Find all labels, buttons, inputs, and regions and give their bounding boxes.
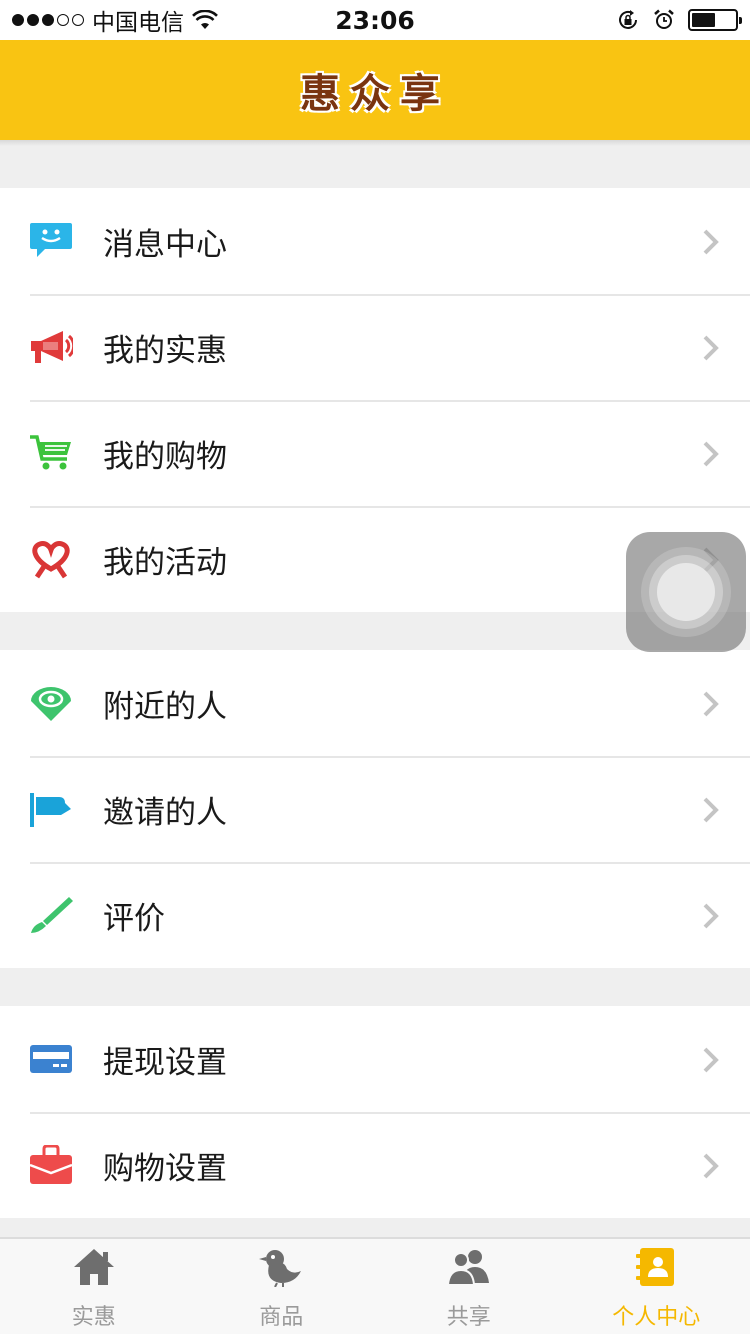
users-icon (446, 1245, 491, 1289)
menu-item-label: 邀请的人 (103, 794, 227, 831)
status-right (616, 8, 742, 32)
chevron-right-icon (703, 229, 719, 255)
menu-item-label: 我的购物 (103, 438, 227, 475)
carrier-name: 中国电信 (92, 10, 184, 36)
tab-label: 个人中心 (612, 1305, 701, 1330)
flag-icon (29, 787, 73, 831)
menu-item-my-deals[interactable]: 我的实惠 (0, 294, 750, 400)
chevron-right-icon (703, 441, 719, 467)
bag-icon (29, 1143, 73, 1187)
chevron-right-icon (703, 1047, 719, 1073)
chevron-right-icon (703, 335, 719, 361)
location-eye-icon (29, 681, 73, 725)
menu-item-label: 消息中心 (103, 226, 227, 263)
assistive-touch-button[interactable] (626, 532, 746, 652)
battery-icon (688, 9, 742, 31)
menu-item-label: 我的实惠 (103, 332, 227, 369)
menu-item-message-center[interactable]: 消息中心 (0, 188, 750, 294)
chevron-right-icon (703, 903, 719, 929)
menu-item-label: 提现设置 (103, 1044, 227, 1081)
tab-deals[interactable]: 实惠 (0, 1239, 188, 1334)
alarm-icon (654, 9, 674, 29)
tab-label: 共享 (446, 1305, 491, 1330)
chevron-right-icon (703, 1153, 719, 1179)
menu-item-withdraw-settings[interactable]: 提现设置 (0, 1006, 750, 1112)
wifi-icon (192, 10, 218, 29)
chevron-right-icon (703, 691, 719, 717)
message-icon (29, 219, 73, 263)
rotation-lock-icon (619, 10, 637, 29)
status-bar: 中国电信 23:06 (0, 0, 750, 40)
signal-strength-icon (12, 14, 84, 26)
status-left: 中国电信 (12, 3, 292, 37)
tab-personal-center[interactable]: 个人中心 (563, 1239, 750, 1334)
menu-group-2: 附近的人 邀请的人 评价 (0, 650, 750, 968)
heart-ribbon-icon (29, 537, 73, 581)
menu-item-label: 我的活动 (103, 544, 227, 581)
card-icon (29, 1037, 73, 1081)
menu-group-3: 提现设置 购物设置 (0, 1006, 750, 1218)
tab-share[interactable]: 共享 (375, 1239, 563, 1334)
menu-item-review[interactable]: 评价 (0, 862, 750, 968)
bird-icon (259, 1245, 303, 1289)
menu-item-shopping-settings[interactable]: 购物设置 (0, 1112, 750, 1218)
contact-book-icon (634, 1245, 678, 1289)
menu-item-my-shopping[interactable]: 我的购物 (0, 400, 750, 506)
cart-icon (29, 431, 73, 475)
menu-item-label: 评价 (103, 900, 165, 937)
brush-icon (29, 893, 73, 937)
chevron-right-icon (703, 797, 719, 823)
menu-item-nearby-people[interactable]: 附近的人 (0, 650, 750, 756)
nav-bar: 惠众享 (0, 40, 750, 140)
nav-shadow (0, 140, 750, 146)
menu-item-label: 附近的人 (103, 688, 227, 725)
tab-products[interactable]: 商品 (188, 1239, 376, 1334)
megaphone-icon (29, 325, 73, 369)
menu-item-label: 购物设置 (103, 1150, 227, 1187)
page-title: 惠众享 (300, 71, 450, 117)
menu-item-invited-people[interactable]: 邀请的人 (0, 756, 750, 862)
tab-bar: 实惠 商品 共享 个人中心 (0, 1237, 750, 1334)
home-icon (72, 1245, 116, 1289)
tab-label: 商品 (259, 1305, 304, 1330)
tab-label: 实惠 (71, 1305, 116, 1330)
